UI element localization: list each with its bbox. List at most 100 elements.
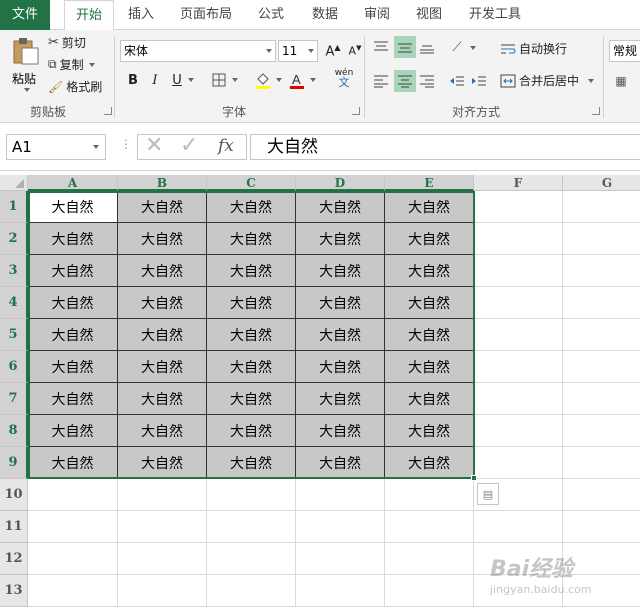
cell-a2[interactable]: 大自然: [28, 223, 118, 255]
cell-e8[interactable]: 大自然: [385, 415, 474, 447]
cell-a13[interactable]: [28, 575, 118, 607]
tab-page-layout[interactable]: 页面布局: [174, 0, 238, 30]
cell-c5[interactable]: 大自然: [207, 319, 296, 351]
row-header-5[interactable]: 5: [0, 319, 28, 351]
cell-d2[interactable]: 大自然: [296, 223, 385, 255]
row-header-3[interactable]: 3: [0, 255, 28, 287]
cell-g6[interactable]: [563, 351, 640, 383]
cell-c8[interactable]: 大自然: [207, 415, 296, 447]
cell-b7[interactable]: 大自然: [118, 383, 207, 415]
tab-formulas[interactable]: 公式: [250, 0, 292, 30]
cell-a9[interactable]: 大自然: [28, 447, 118, 479]
cell-d6[interactable]: 大自然: [296, 351, 385, 383]
row-header-1[interactable]: 1: [0, 191, 28, 223]
underline-button[interactable]: U: [166, 69, 188, 91]
cell-e10[interactable]: [385, 479, 474, 511]
format-painter-button[interactable]: 🖌 格式刷: [48, 78, 102, 95]
cell-f5[interactable]: [474, 319, 563, 351]
cell-d11[interactable]: [296, 511, 385, 543]
bold-button[interactable]: B: [122, 69, 144, 91]
cell-c13[interactable]: [207, 575, 296, 607]
italic-button[interactable]: I: [144, 69, 166, 91]
select-all-corner[interactable]: [0, 175, 28, 191]
cell-f8[interactable]: [474, 415, 563, 447]
tab-developer[interactable]: 开发工具: [462, 0, 528, 30]
cell-a12[interactable]: [28, 543, 118, 575]
shrink-font-button[interactable]: A▼: [344, 40, 366, 62]
cell-d8[interactable]: 大自然: [296, 415, 385, 447]
cell-c9[interactable]: 大自然: [207, 447, 296, 479]
copy-button[interactable]: ⧉ 复制: [48, 56, 95, 73]
row-header-10[interactable]: 10: [0, 479, 28, 511]
align-middle-button[interactable]: [394, 36, 416, 58]
decrease-indent-button[interactable]: [446, 70, 468, 92]
cell-g1[interactable]: [563, 191, 640, 223]
fill-handle[interactable]: [471, 475, 477, 481]
row-header-11[interactable]: 11: [0, 511, 28, 543]
font-name-select[interactable]: 宋体: [120, 40, 276, 62]
quick-analysis-button[interactable]: ▤: [477, 483, 499, 505]
fill-color-button[interactable]: [252, 69, 274, 91]
cell-f1[interactable]: [474, 191, 563, 223]
cell-c3[interactable]: 大自然: [207, 255, 296, 287]
tab-view[interactable]: 视图: [408, 0, 450, 30]
align-left-button[interactable]: [370, 70, 392, 92]
fill-dropdown-icon[interactable]: [276, 78, 282, 82]
cell-b1[interactable]: 大自然: [118, 191, 207, 223]
cell-e12[interactable]: [385, 543, 474, 575]
cell-a8[interactable]: 大自然: [28, 415, 118, 447]
borders-dropdown-icon[interactable]: [232, 78, 238, 82]
cell-d4[interactable]: 大自然: [296, 287, 385, 319]
cell-b2[interactable]: 大自然: [118, 223, 207, 255]
cell-g5[interactable]: [563, 319, 640, 351]
cell-e2[interactable]: 大自然: [385, 223, 474, 255]
row-header-12[interactable]: 12: [0, 543, 28, 575]
column-header-f[interactable]: F: [474, 175, 563, 191]
cell-e13[interactable]: [385, 575, 474, 607]
cell-e9[interactable]: 大自然: [385, 447, 474, 479]
cell-a1[interactable]: 大自然: [28, 191, 118, 223]
cell-b10[interactable]: [118, 479, 207, 511]
cell-b12[interactable]: [118, 543, 207, 575]
tab-data[interactable]: 数据: [304, 0, 346, 30]
cell-g11[interactable]: [563, 511, 640, 543]
cell-e1[interactable]: 大自然: [385, 191, 474, 223]
cell-g10[interactable]: [563, 479, 640, 511]
alignment-launcher-icon[interactable]: [592, 107, 600, 115]
row-header-7[interactable]: 7: [0, 383, 28, 415]
cell-e6[interactable]: 大自然: [385, 351, 474, 383]
cell-b5[interactable]: 大自然: [118, 319, 207, 351]
phonetic-button[interactable]: wén 文: [330, 67, 358, 89]
cell-g7[interactable]: [563, 383, 640, 415]
cell-e4[interactable]: 大自然: [385, 287, 474, 319]
fx-icon[interactable]: fx: [218, 136, 234, 156]
align-center-button[interactable]: [394, 70, 416, 92]
cut-button[interactable]: ✂ 剪切: [48, 34, 86, 51]
cell-f4[interactable]: [474, 287, 563, 319]
borders-button[interactable]: [208, 69, 230, 91]
orientation-button[interactable]: ⟋: [446, 36, 468, 58]
row-header-6[interactable]: 6: [0, 351, 28, 383]
cell-a5[interactable]: 大自然: [28, 319, 118, 351]
paste-button[interactable]: 粘贴: [6, 34, 44, 98]
number-format-select[interactable]: 常规: [609, 40, 640, 62]
cell-d13[interactable]: [296, 575, 385, 607]
column-header-b[interactable]: B: [118, 175, 207, 191]
wrap-text-button[interactable]: 自动换行: [500, 40, 567, 57]
cell-d1[interactable]: 大自然: [296, 191, 385, 223]
cell-c6[interactable]: 大自然: [207, 351, 296, 383]
clipboard-launcher-icon[interactable]: [104, 107, 112, 115]
grow-font-button[interactable]: A▲: [322, 40, 344, 62]
cell-g8[interactable]: [563, 415, 640, 447]
cell-c11[interactable]: [207, 511, 296, 543]
cell-f3[interactable]: [474, 255, 563, 287]
cell-f6[interactable]: [474, 351, 563, 383]
column-header-e[interactable]: E: [385, 175, 474, 191]
cell-d9[interactable]: 大自然: [296, 447, 385, 479]
cell-a7[interactable]: 大自然: [28, 383, 118, 415]
cell-b13[interactable]: [118, 575, 207, 607]
cell-d12[interactable]: [296, 543, 385, 575]
cell-d3[interactable]: 大自然: [296, 255, 385, 287]
cell-a6[interactable]: 大自然: [28, 351, 118, 383]
cell-b9[interactable]: 大自然: [118, 447, 207, 479]
